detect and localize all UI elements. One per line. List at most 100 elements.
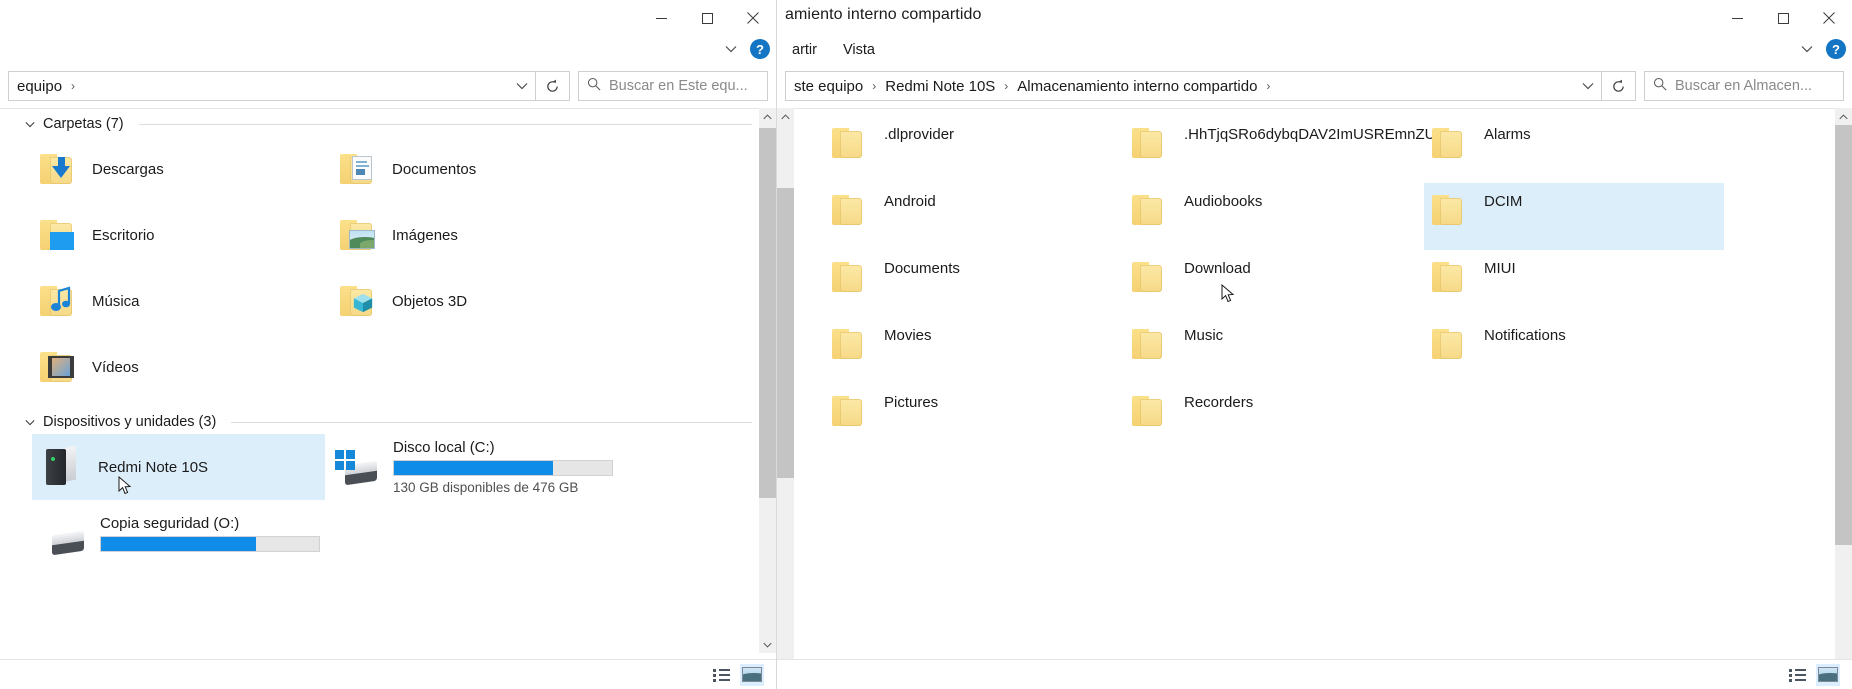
folder-label: Movies [884, 327, 932, 344]
folder-tile-alarms[interactable]: Alarms [1424, 116, 1724, 183]
thumbnail-grid-icon [1818, 667, 1838, 682]
folder-tile-imagenes[interactable]: Imágenes [332, 202, 632, 268]
folder-label: MIUI [1484, 260, 1516, 277]
folder-tile-download[interactable]: Download [1124, 250, 1424, 317]
folder-music-icon [40, 284, 80, 318]
folder-tile-musica[interactable]: Música [32, 268, 332, 334]
folder-label: Descargas [92, 160, 164, 178]
left-view-buttons [710, 663, 776, 686]
folder-label: Notifications [1484, 327, 1566, 344]
chevron-down-icon[interactable] [24, 118, 36, 130]
folder-label: Objetos 3D [392, 292, 468, 310]
folder-tile-documentos[interactable]: Documentos [332, 136, 632, 202]
group-header-dispositivos[interactable]: Dispositivos y unidades (3) [16, 406, 776, 434]
scroll-thumb[interactable] [777, 188, 794, 478]
left-folder-grid: Descargas Documentos Escritorio Imágenes… [16, 136, 776, 400]
folder-tile-objetos3d[interactable]: Objetos 3D [332, 268, 632, 334]
folder-tile-hhtjq[interactable]: .HhTjqSRo6dybqDAV2ImUSREmnZU= [1124, 116, 1444, 183]
folder-tile-notifications[interactable]: Notifications [1424, 317, 1724, 384]
details-view-button[interactable] [1786, 664, 1810, 686]
right-ribbon-tab-strip: artir Vista [779, 36, 888, 64]
scroll-down-arrow-icon[interactable] [759, 636, 776, 653]
folder-tile-audiobooks[interactable]: Audiobooks [1124, 183, 1424, 250]
device-tile-disco-local-c[interactable]: Disco local (C:) 130 GB disponibles de 4… [325, 434, 618, 500]
collapse-ribbon-button[interactable] [1796, 38, 1818, 60]
refresh-icon[interactable] [1602, 71, 1636, 101]
details-view-button[interactable] [710, 664, 734, 686]
help-icon[interactable]: ? [750, 39, 770, 59]
right-search-box[interactable]: Buscar en Almacen... [1644, 71, 1844, 101]
capacity-bar [393, 460, 613, 476]
thumbnails-view-button[interactable] [1816, 663, 1840, 686]
left-search-placeholder: Buscar en Este equ... [609, 78, 748, 94]
chevron-down-icon[interactable] [24, 416, 36, 428]
folder-icon [1432, 260, 1472, 294]
maximize-button[interactable] [1760, 0, 1806, 36]
refresh-icon[interactable] [536, 71, 570, 101]
folder-tile-descargas[interactable]: Descargas [32, 136, 332, 202]
right-window-title: amiento interno compartido [785, 6, 982, 23]
folder-tile-android[interactable]: Android [824, 183, 1124, 250]
right-navpane-scrollbar[interactable] [777, 108, 794, 688]
folder-tile-dcim[interactable]: DCIM [1424, 183, 1724, 250]
device-tile-copia-seguridad-o[interactable]: Copia seguridad (O:) [32, 500, 325, 566]
device-tile-redmi-note-10s[interactable]: Redmi Note 10S [32, 434, 325, 500]
folder-tile-videos[interactable]: Vídeos [32, 334, 332, 400]
folder-label: Recorders [1184, 394, 1254, 411]
folder-label: Alarms [1484, 126, 1531, 143]
folder-icon [832, 327, 872, 361]
scroll-thumb[interactable] [759, 128, 776, 498]
folder-tile-miui[interactable]: MIUI [1424, 250, 1724, 317]
folder-icon [1132, 260, 1172, 294]
chevron-down-icon[interactable] [1575, 82, 1601, 90]
right-titlebar: amiento interno compartido [777, 0, 1852, 36]
folder-tile-dlprovider[interactable]: .dlprovider [824, 116, 1124, 183]
search-icon [1653, 77, 1667, 96]
right-breadcrumb: ste equipo › Redmi Note 10S › Almacenami… [786, 78, 1575, 95]
chevron-down-icon[interactable] [509, 82, 535, 90]
scroll-up-arrow-icon[interactable] [1835, 108, 1852, 125]
breadcrumb-item-este-equipo[interactable]: ste equipo [790, 78, 867, 95]
folder-tile-escritorio[interactable]: Escritorio [32, 202, 332, 268]
group-header-carpetas[interactable]: Carpetas (7) [16, 108, 776, 136]
scroll-up-arrow-icon[interactable] [777, 108, 794, 125]
breadcrumb-item-redmi-note-10s[interactable]: Redmi Note 10S [881, 78, 999, 95]
left-devices-grid: Redmi Note 10S Disco local (C:) 130 GB d… [16, 434, 776, 566]
details-list-icon [713, 668, 731, 682]
left-address-bar[interactable]: equipo › [8, 71, 536, 101]
folder-tile-movies[interactable]: Movies [824, 317, 1124, 384]
thumbnails-view-button[interactable] [740, 663, 764, 686]
left-ribbon-tabs: ? [0, 36, 776, 64]
left-vertical-scrollbar[interactable] [759, 108, 776, 653]
breadcrumb-item-almacenamiento[interactable]: Almacenamiento interno compartido [1013, 78, 1261, 95]
folder-tile-music[interactable]: Music [1124, 317, 1424, 384]
close-button[interactable] [1806, 0, 1852, 36]
help-icon[interactable]: ? [1826, 39, 1846, 59]
tab-vista[interactable]: Vista [830, 36, 888, 64]
folder-videos-icon [40, 350, 80, 384]
minimize-button[interactable] [1714, 0, 1760, 36]
breadcrumb-separator-icon: › [71, 79, 76, 93]
folder-tile-pictures[interactable]: Pictures [824, 384, 1124, 451]
file-explorer-window-right: amiento interno compartido artir Vista ?… [776, 0, 1852, 689]
left-search-box[interactable]: Buscar en Este equ... [578, 71, 768, 101]
folder-3dobjects-icon [340, 284, 380, 318]
scroll-up-arrow-icon[interactable] [759, 108, 776, 125]
maximize-button[interactable] [684, 0, 730, 36]
group-rule [138, 123, 752, 125]
close-button[interactable] [730, 0, 776, 36]
left-breadcrumb: equipo › [9, 78, 509, 95]
right-address-bar[interactable]: ste equipo › Redmi Note 10S › Almacenami… [785, 71, 1602, 101]
tab-compartir[interactable]: artir [779, 36, 830, 64]
breadcrumb-item[interactable]: equipo [13, 78, 66, 95]
right-vertical-scrollbar[interactable] [1835, 108, 1852, 688]
folder-label: DCIM [1484, 193, 1523, 210]
capacity-bar [100, 535, 320, 552]
folder-tile-documents[interactable]: Documents [824, 250, 1124, 317]
collapse-ribbon-button[interactable] [720, 38, 742, 60]
scroll-thumb[interactable] [1835, 125, 1852, 545]
folder-tile-recorders[interactable]: Recorders [1124, 384, 1424, 451]
right-content-area: .dlprovider .HhTjqSRo6dybqDAV2ImUSREmnZU… [777, 108, 1852, 688]
folder-icon [1132, 126, 1172, 160]
minimize-button[interactable] [638, 0, 684, 36]
